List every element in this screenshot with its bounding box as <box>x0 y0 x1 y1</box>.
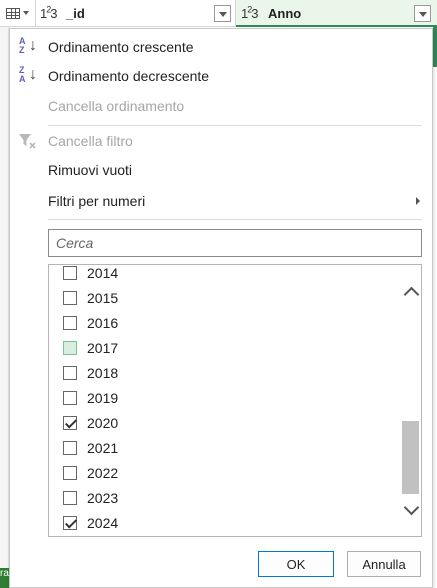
chevron-right-icon <box>416 197 420 205</box>
list-item[interactable]: 2024 <box>49 511 401 536</box>
list-item[interactable]: 2016 <box>49 311 401 336</box>
menu-item-label: Cancella filtro <box>48 133 133 149</box>
column-label: Anno <box>268 6 302 21</box>
sort-ascending-item[interactable]: AZ ↓ Ordinamento crescente <box>10 33 432 61</box>
checkbox[interactable] <box>63 266 77 280</box>
list-item-label: 2018 <box>87 365 119 381</box>
search-input[interactable] <box>49 230 421 256</box>
ok-button[interactable]: OK <box>258 551 334 577</box>
column-header-row: 123 _id 123 Anno <box>0 0 437 27</box>
number-type-icon[interactable]: 123 <box>40 5 58 21</box>
number-type-icon[interactable]: 123 <box>241 5 259 21</box>
column-header-anno[interactable]: 123 Anno <box>236 0 437 27</box>
checkbox[interactable] <box>63 491 77 505</box>
list-item[interactable]: 2018 <box>49 361 401 386</box>
scrollbar[interactable] <box>400 265 421 536</box>
selected-column-strip <box>433 27 437 67</box>
list-item[interactable]: 2019 <box>49 386 401 411</box>
remove-empty-item[interactable]: Rimuovi vuoti <box>10 156 432 184</box>
filter-menu: AZ ↓ Ordinamento crescente ZA ↓ Ordiname… <box>9 28 433 588</box>
list-item-label: 2015 <box>87 290 119 306</box>
column-label: _id <box>66 6 85 21</box>
list-item[interactable]: 2014 <box>49 265 401 286</box>
checkbox[interactable] <box>63 416 77 430</box>
grid-background <box>0 27 9 588</box>
row-tag: ra <box>0 568 9 588</box>
cancel-button[interactable]: Annulla <box>347 551 421 577</box>
menu-item-label: Cancella ordinamento <box>48 98 185 114</box>
checkbox[interactable] <box>63 291 77 305</box>
menu-separator <box>48 219 422 220</box>
list-item[interactable]: 2023 <box>49 486 401 511</box>
sort-descending-item[interactable]: ZA ↓ Ordinamento decrescente <box>10 62 432 90</box>
number-filters-item[interactable]: Filtri per numeri <box>10 187 432 215</box>
clear-sort-item[interactable]: Cancella ordinamento <box>10 92 432 120</box>
sort-ascending-icon: AZ ↓ <box>19 36 37 55</box>
list-item-label: 2014 <box>87 265 119 281</box>
checkbox[interactable] <box>63 391 77 405</box>
menu-item-label: Ordinamento crescente <box>48 39 194 55</box>
checkbox[interactable] <box>63 341 77 355</box>
checkbox[interactable] <box>63 441 77 455</box>
values-list: 2014 2015 2016 2017 2018 2019 2020 2021 2022 2023… <box>48 264 422 537</box>
scroll-up-icon[interactable] <box>402 283 419 300</box>
menu-item-label: Filtri per numeri <box>48 193 146 209</box>
table-menu-button[interactable] <box>0 0 36 27</box>
checkbox[interactable] <box>63 366 77 380</box>
list-item-label: 2023 <box>87 490 119 506</box>
column-header-id[interactable]: 123 _id <box>36 0 236 27</box>
sort-descending-icon: ZA ↓ <box>19 65 37 84</box>
menu-item-label: Rimuovi vuoti <box>48 162 133 178</box>
list-item-label: 2022 <box>87 465 119 481</box>
menu-separator <box>48 125 422 126</box>
clear-filter-item[interactable]: Cancella filtro <box>10 127 432 155</box>
checkbox[interactable] <box>63 316 77 330</box>
list-item-label: 2017 <box>87 340 119 356</box>
checkbox[interactable] <box>63 516 77 530</box>
list-item-label: 2024 <box>87 515 119 531</box>
clear-filter-icon <box>18 131 38 151</box>
list-item-label: 2021 <box>87 440 119 456</box>
checkbox[interactable] <box>63 466 77 480</box>
table-icon <box>6 8 20 19</box>
column-filter-dropdown[interactable] <box>414 5 431 22</box>
chevron-down-icon <box>23 11 29 15</box>
list-item[interactable]: 2021 <box>49 436 401 461</box>
list-item-label: 2019 <box>87 390 119 406</box>
list-item-label: 2016 <box>87 315 119 331</box>
list-item-label: 2020 <box>87 415 119 431</box>
column-filter-dropdown[interactable] <box>214 5 231 22</box>
scroll-down-icon[interactable] <box>402 501 419 518</box>
scroll-thumb[interactable] <box>402 421 419 494</box>
menu-item-label: Ordinamento decrescente <box>48 68 210 84</box>
list-item[interactable]: 2015 <box>49 286 401 311</box>
list-item[interactable]: 2017 <box>49 336 401 361</box>
list-item[interactable]: 2020 <box>49 411 401 436</box>
list-item[interactable]: 2022 <box>49 461 401 486</box>
search-field[interactable] <box>48 229 422 257</box>
